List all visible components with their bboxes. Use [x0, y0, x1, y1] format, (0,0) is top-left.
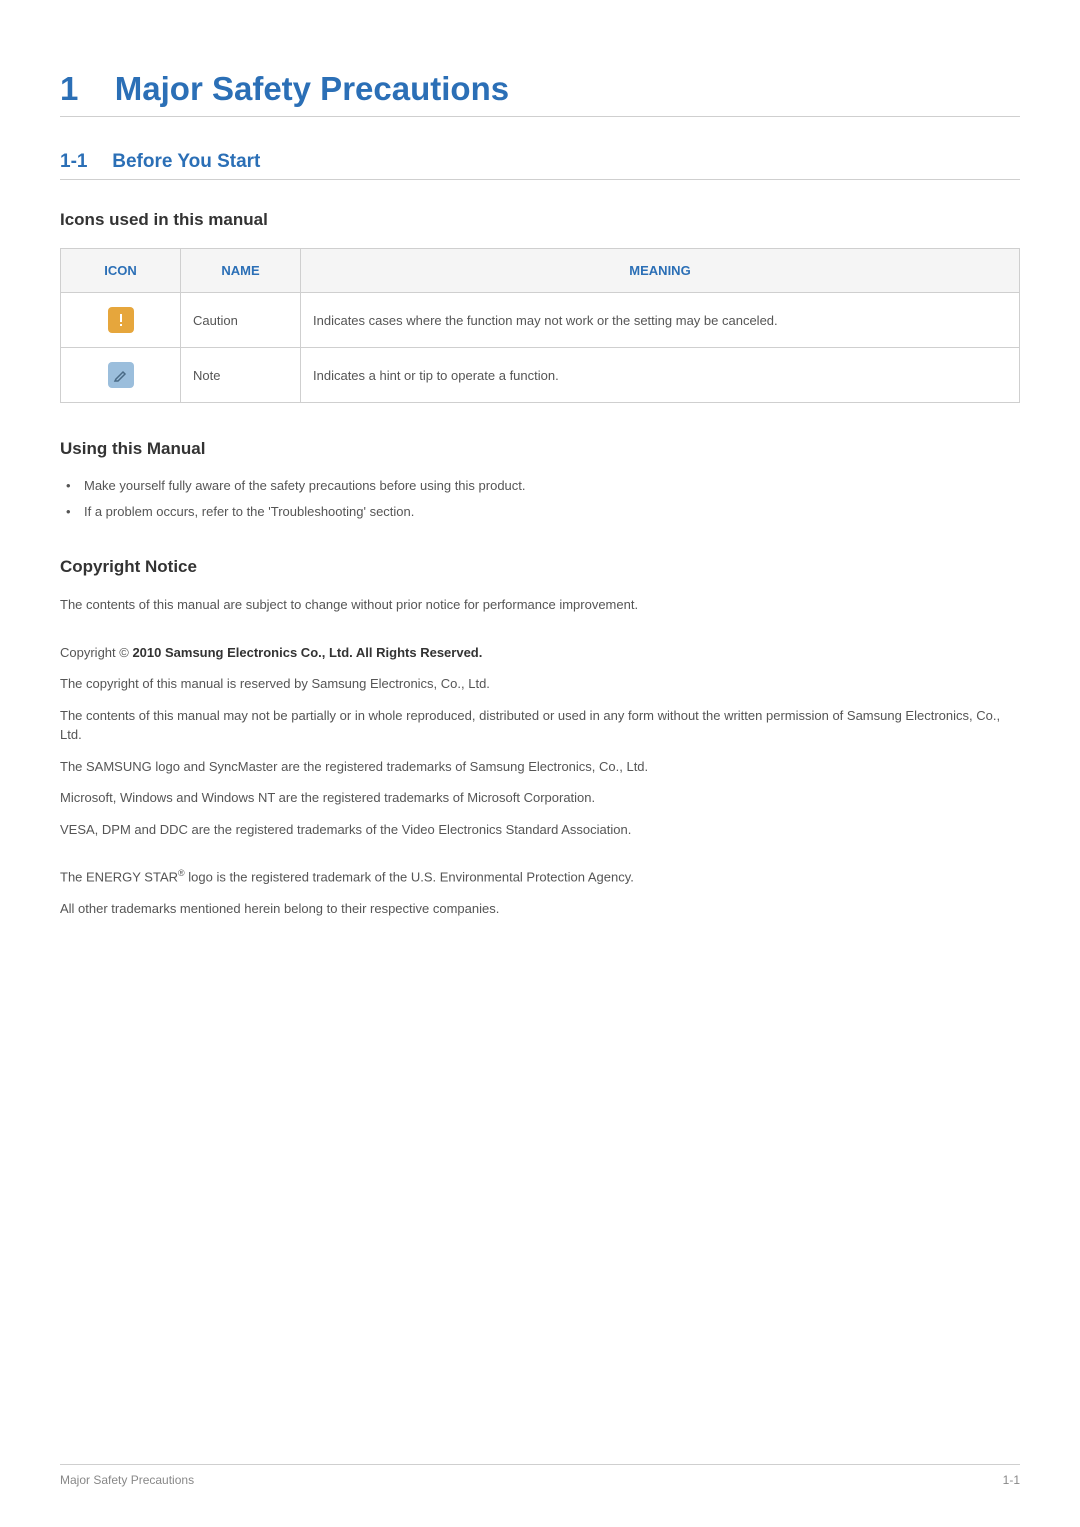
- name-cell: Caution: [181, 293, 301, 348]
- copyright-trailing: All other trademarks mentioned herein be…: [60, 899, 1020, 919]
- page-footer: Major Safety Precautions 1-1: [60, 1464, 1020, 1487]
- footer-left: Major Safety Precautions: [60, 1473, 194, 1487]
- note-icon: [108, 362, 134, 388]
- list-item: If a problem occurs, refer to the 'Troub…: [60, 503, 1020, 521]
- table-header-row: ICON NAME MEANING: [61, 249, 1020, 293]
- name-cell: Note: [181, 348, 301, 403]
- using-manual-block: Using this Manual Make yourself fully aw…: [60, 439, 1020, 521]
- col-header-name: NAME: [181, 249, 301, 293]
- copyright-para: The contents of this manual may not be p…: [60, 706, 1020, 745]
- energy-star-pre: The ENERGY STAR: [60, 870, 178, 885]
- registered-symbol: ®: [178, 868, 185, 878]
- copyright-block: Copyright Notice The contents of this ma…: [60, 557, 1020, 918]
- list-item: Make yourself fully aware of the safety …: [60, 477, 1020, 495]
- footer-right: 1-1: [1003, 1473, 1020, 1487]
- col-header-meaning: MEANING: [301, 249, 1020, 293]
- energy-star-line: The ENERGY STAR® logo is the registered …: [60, 867, 1020, 887]
- chapter-number: 1: [60, 70, 78, 107]
- using-manual-list: Make yourself fully aware of the safety …: [60, 477, 1020, 521]
- icons-used-block: Icons used in this manual ICON NAME MEAN…: [60, 210, 1020, 403]
- table-row: Caution Indicates cases where the functi…: [61, 293, 1020, 348]
- copyright-para: Microsoft, Windows and Windows NT are th…: [60, 788, 1020, 808]
- icons-table: ICON NAME MEANING Caution Indicates case…: [60, 248, 1020, 403]
- section-number: 1-1: [60, 151, 87, 172]
- copyright-heading: Copyright Notice: [60, 557, 1020, 577]
- meaning-cell: Indicates cases where the function may n…: [301, 293, 1020, 348]
- copyright-bold: 2010 Samsung Electronics Co., Ltd. All R…: [132, 645, 482, 660]
- copyright-prefix: Copyright ©: [60, 645, 132, 660]
- chapter-title: Major Safety Precautions: [115, 70, 509, 107]
- section-title: Before You Start: [112, 151, 260, 172]
- using-manual-heading: Using this Manual: [60, 439, 1020, 459]
- chapter-heading: 1 Major Safety Precautions: [60, 70, 1020, 117]
- chapter-title-text: [83, 70, 111, 107]
- copyright-para: The copyright of this manual is reserved…: [60, 674, 1020, 694]
- table-row: Note Indicates a hint or tip to operate …: [61, 348, 1020, 403]
- section-heading: 1-1 Before You Start: [60, 151, 1020, 180]
- copyright-line: Copyright © 2010 Samsung Electronics Co.…: [60, 643, 1020, 663]
- caution-icon: [108, 307, 134, 333]
- icon-cell-note: [61, 348, 181, 403]
- icons-used-heading: Icons used in this manual: [60, 210, 1020, 230]
- copyright-intro: The contents of this manual are subject …: [60, 595, 1020, 615]
- meaning-cell: Indicates a hint or tip to operate a fun…: [301, 348, 1020, 403]
- copyright-para: VESA, DPM and DDC are the registered tra…: [60, 820, 1020, 840]
- icon-cell-caution: [61, 293, 181, 348]
- energy-star-post: logo is the registered trademark of the …: [185, 870, 634, 885]
- copyright-para: The SAMSUNG logo and SyncMaster are the …: [60, 757, 1020, 777]
- col-header-icon: ICON: [61, 249, 181, 293]
